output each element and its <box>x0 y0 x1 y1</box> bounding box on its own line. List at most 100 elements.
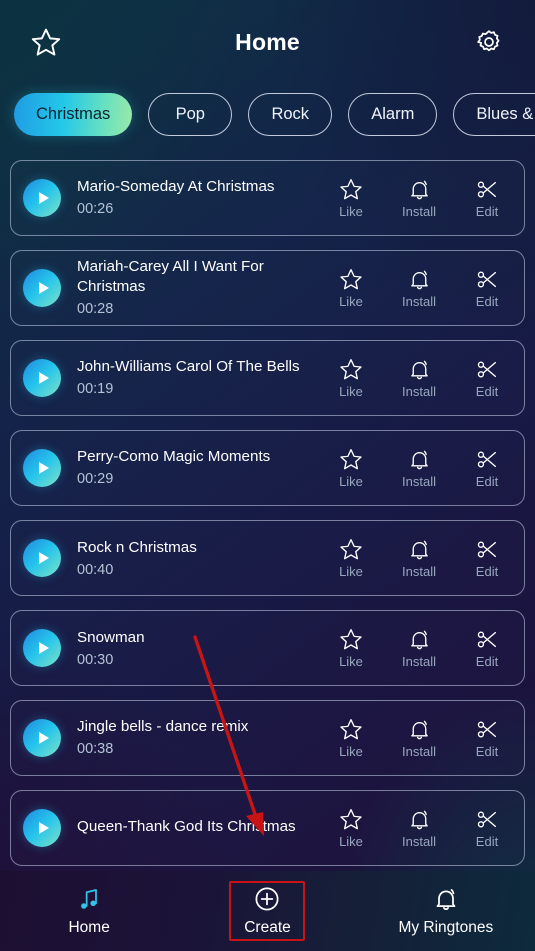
play-icon <box>38 822 49 834</box>
ringtone-row-0[interactable]: Mario-Someday At Christmas 00:26 Like In… <box>10 160 525 236</box>
ringtone-row-2[interactable]: John-Williams Carol Of The Bells 00:19 L… <box>10 340 525 416</box>
ringtone-duration: 00:26 <box>77 201 114 217</box>
star-icon <box>338 447 364 472</box>
bell-icon <box>407 447 432 472</box>
row-actions[interactable]: Like Install Edit <box>328 267 510 309</box>
chip-label: Christmas <box>36 104 111 123</box>
star-icon <box>338 717 364 742</box>
play-button[interactable] <box>23 179 61 217</box>
install-button[interactable]: Install <box>396 807 442 849</box>
edit-button[interactable]: Edit <box>464 717 510 759</box>
like-button[interactable]: Like <box>328 717 374 759</box>
nav-item-my-ringtones[interactable]: My Ringtones <box>357 871 535 951</box>
edit-button[interactable]: Edit <box>464 447 510 489</box>
plus-circle-icon <box>253 885 281 913</box>
install-button[interactable]: Install <box>396 717 442 759</box>
play-icon <box>38 372 49 384</box>
ringtone-row-6[interactable]: Jingle bells - dance remix 00:38 Like In… <box>10 700 525 776</box>
install-button[interactable]: Install <box>396 177 442 219</box>
ringtone-row-1[interactable]: Mariah-Carey All I Want For Christmas 00… <box>10 250 525 326</box>
star-icon <box>29 26 63 59</box>
ringtone-duration: 00:28 <box>77 301 114 317</box>
install-button[interactable]: Install <box>396 357 442 399</box>
play-button[interactable] <box>23 539 61 577</box>
star-icon <box>338 177 364 202</box>
install-label: Install <box>402 744 436 759</box>
settings-button[interactable] <box>469 22 509 62</box>
row-actions[interactable]: Like Install Edit <box>328 447 510 489</box>
category-chip-pop[interactable]: Pop <box>148 92 233 136</box>
like-label: Like <box>339 294 363 309</box>
nav-item-create[interactable]: Create <box>178 871 356 951</box>
ringtone-info: Mario-Someday At Christmas 00:26 <box>77 177 328 219</box>
ringtone-title: John-Williams Carol Of The Bells <box>77 358 300 375</box>
like-button[interactable]: Like <box>328 357 374 399</box>
edit-button[interactable]: Edit <box>464 807 510 849</box>
row-actions[interactable]: Like Install Edit <box>328 537 510 579</box>
play-button[interactable] <box>23 359 61 397</box>
nav-label-create: Create <box>244 919 291 936</box>
ringtone-list[interactable]: Mario-Someday At Christmas 00:26 Like In… <box>0 146 535 916</box>
row-actions[interactable]: Like Install Edit <box>328 717 510 759</box>
nav-item-home[interactable]: Home <box>0 871 178 951</box>
row-actions[interactable]: Like Install Edit <box>328 177 510 219</box>
category-chip-row[interactable]: Christmas Pop Rock Alarm Blues & <box>0 84 535 146</box>
edit-button[interactable]: Edit <box>464 267 510 309</box>
edit-label: Edit <box>475 384 499 399</box>
edit-button[interactable]: Edit <box>464 627 510 669</box>
like-button[interactable]: Like <box>328 807 374 849</box>
install-button[interactable]: Install <box>396 267 442 309</box>
row-actions[interactable]: Like Install Edit <box>328 807 510 849</box>
install-label: Install <box>402 384 436 399</box>
bell-icon <box>407 627 432 652</box>
ringtone-info: Rock n Christmas 00:40 <box>77 536 328 580</box>
play-button[interactable] <box>23 269 61 307</box>
star-icon <box>338 537 364 562</box>
edit-label: Edit <box>475 204 499 219</box>
favorites-button[interactable] <box>26 22 66 62</box>
ringtone-row-7[interactable]: Queen-Thank God Its Christmas Like Insta… <box>10 790 525 866</box>
like-button[interactable]: Like <box>328 447 374 489</box>
edit-button[interactable]: Edit <box>464 537 510 579</box>
play-icon <box>38 462 49 474</box>
like-label: Like <box>339 744 363 759</box>
ringtone-duration: 00:40 <box>77 562 114 578</box>
scissors-icon <box>474 177 500 202</box>
ringtone-title: Mario-Someday At Christmas <box>77 178 275 195</box>
scissors-icon <box>474 267 500 292</box>
install-button[interactable]: Install <box>396 447 442 489</box>
install-button[interactable]: Install <box>396 537 442 579</box>
edit-label: Edit <box>475 834 499 849</box>
ringtone-info: Snowman 00:30 <box>77 626 328 670</box>
like-button[interactable]: Like <box>328 267 374 309</box>
ringtone-row-5[interactable]: Snowman 00:30 Like Install Edit <box>10 610 525 686</box>
category-chip-christmas[interactable]: Christmas <box>14 92 133 136</box>
install-button[interactable]: Install <box>396 627 442 669</box>
row-actions[interactable]: Like Install Edit <box>328 627 510 669</box>
scissors-icon <box>474 357 500 382</box>
play-button[interactable] <box>23 629 61 667</box>
like-button[interactable]: Like <box>328 177 374 219</box>
like-label: Like <box>339 564 363 579</box>
category-chip-blues[interactable]: Blues & <box>453 92 535 136</box>
play-button[interactable] <box>23 719 61 757</box>
row-actions[interactable]: Like Install Edit <box>328 357 510 399</box>
category-chip-rock[interactable]: Rock <box>248 92 333 136</box>
like-button[interactable]: Like <box>328 627 374 669</box>
like-label: Like <box>339 834 363 849</box>
ringtone-row-3[interactable]: Perry-Como Magic Moments 00:29 Like Inst… <box>10 430 525 506</box>
ringtone-duration: 00:38 <box>77 741 114 757</box>
bottom-navigation[interactable]: Home Create My Ringtones <box>0 871 535 951</box>
play-button[interactable] <box>23 809 61 847</box>
edit-label: Edit <box>475 744 499 759</box>
edit-button[interactable]: Edit <box>464 357 510 399</box>
edit-button[interactable]: Edit <box>464 177 510 219</box>
scissors-icon <box>474 717 500 742</box>
like-button[interactable]: Like <box>328 537 374 579</box>
ringtone-duration: 00:19 <box>77 381 114 397</box>
play-button[interactable] <box>23 449 61 487</box>
ringtone-row-4[interactable]: Rock n Christmas 00:40 Like Install Edit <box>10 520 525 596</box>
ringtone-info: Queen-Thank God Its Christmas <box>77 817 328 839</box>
ringtone-title: Mariah-Carey All I Want For Christmas <box>77 258 264 295</box>
category-chip-alarm[interactable]: Alarm <box>348 92 438 136</box>
